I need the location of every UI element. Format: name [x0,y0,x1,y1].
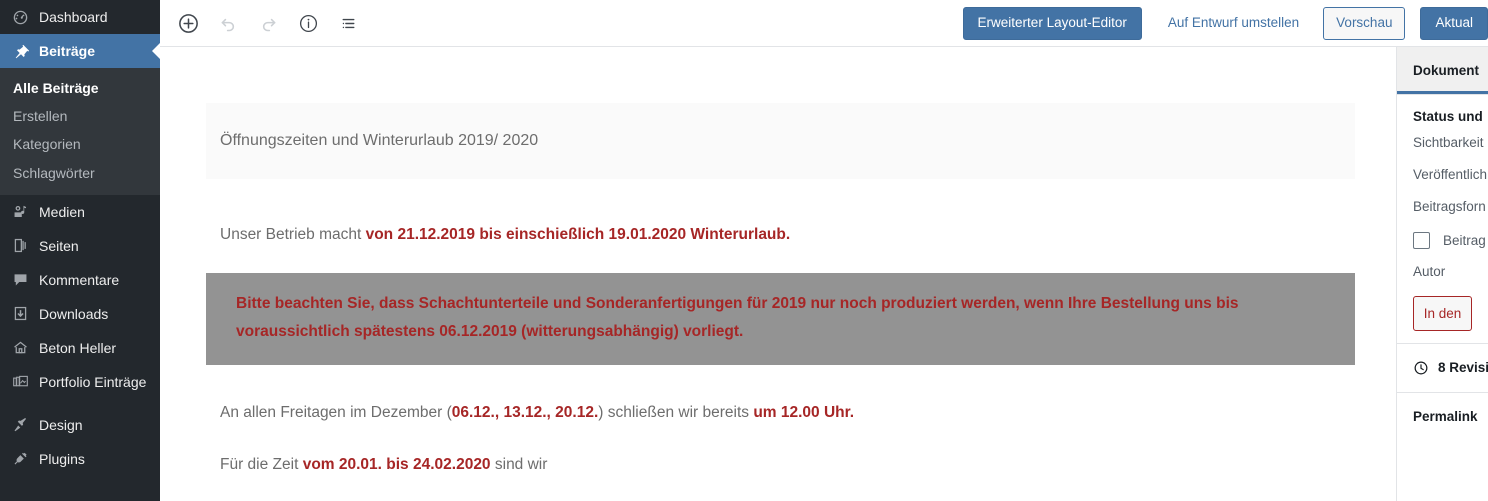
paragraph-1-highlight: von 21.12.2019 bis einschießlich 19.01.2… [365,226,791,244]
sidebar-item-label: Kommentare [39,271,120,288]
menu-separator [0,399,160,408]
sticky-post-label: Beitrag [1443,232,1486,248]
visibility-row[interactable]: Sichtbarkeit [1413,135,1484,151]
sidebar-item-label: Beton Heller [39,339,117,356]
add-block-button[interactable] [174,9,202,37]
revisions-label: 8 Revisi [1438,360,1488,376]
info-icon-button[interactable] [294,9,322,37]
sidebar-item-plugins[interactable]: Plugins [0,442,160,476]
sidebar-item-label: Portfolio Einträge [39,373,147,390]
post-title[interactable]: Öffnungszeiten und Winterurlaub 2019/ 20… [220,131,1341,150]
header-actions: Erweiterter Layout-Editor Auf Entwurf um… [962,6,1488,40]
sidebar-item-label: Design [39,416,83,433]
beitraege-submenu: Alle Beiträge Erstellen Kategorien Schla… [0,68,160,195]
sidebar-item-label: Plugins [39,450,85,467]
paragraph-1-plain: Unser Betrieb macht [220,226,366,244]
paragraph-block-3[interactable]: An allen Freitagen im Dezember (06.12., … [206,402,1355,424]
canvas-inner: Öffnungszeiten und Winterurlaub 2019/ 20… [160,47,1396,477]
post-title-block[interactable]: Öffnungszeiten und Winterurlaub 2019/ 20… [206,103,1355,180]
sticky-post-row[interactable]: Beitrag [1413,231,1486,249]
publish-row[interactable]: Veröffentlich [1413,167,1487,183]
sidebar-item-portfolio-eintraege[interactable]: Portfolio Einträge [0,365,160,399]
paragraph-4-seg3: sind wir [490,456,548,474]
editor-toolbar [174,9,362,37]
paragraph-block-1[interactable]: Unser Betrieb macht von 21.12.2019 bis e… [206,224,1355,246]
submenu-item-schlagwoerter[interactable]: Schlagwörter [0,159,160,187]
sidebar-item-beitraege[interactable]: Beiträge [0,34,160,68]
move-to-trash-button[interactable]: In den [1413,295,1472,331]
author-row[interactable]: Autor [1413,264,1472,280]
advanced-layout-editor-button[interactable]: Erweiterter Layout-Editor [962,6,1142,40]
paragraph-3-seg1: An allen Freitagen im Dezember ( [220,404,452,421]
sidebar-item-label: Seiten [39,237,79,254]
update-button[interactable]: Aktual [1420,6,1488,40]
submenu-item-alle-beitraege[interactable]: Alle Beiträge [0,74,160,102]
redo-button[interactable] [254,9,282,37]
media-icon [10,202,30,222]
wordpress-editor-app: Dashboard Beiträge Alle Beiträge Erstell… [0,0,1488,501]
paragraph-4-dates: vom 20.01. bis 24.02.2020 [302,456,491,474]
editor-column: Erweiterter Layout-Editor Auf Entwurf um… [160,0,1488,501]
sidebar-item-dashboard[interactable]: Dashboard [0,0,160,34]
plugin-icon [10,449,30,469]
sticky-post-checkbox[interactable] [1413,231,1430,249]
comments-icon [10,270,30,290]
pages-icon [10,236,30,256]
undo-button[interactable] [214,9,242,37]
clock-revisions-icon [1413,360,1429,376]
editor-canvas[interactable]: Öffnungszeiten und Winterurlaub 2019/ 20… [160,47,1396,501]
submenu-item-kategorien[interactable]: Kategorien [0,130,160,158]
sidebar-item-label: Downloads [39,305,109,322]
dashboard-icon [10,7,30,27]
sidebar-item-design[interactable]: Design [0,408,160,442]
sidebar-item-beton-heller[interactable]: Beton Heller [0,331,160,365]
sidebar-item-label: Medien [39,203,85,220]
paragraph-3-seg3: ) schließen wir bereits [598,404,754,421]
paragraph-block-4[interactable]: Für die Zeit vom 20.01. bis 24.02.2020 s… [206,454,1355,476]
download-icon [10,304,30,324]
editor-body: Öffnungszeiten und Winterurlaub 2019/ 20… [160,47,1488,501]
highlighted-notice-block[interactable]: Bitte beachten Sie, dass Schachtuntertei… [206,272,1355,365]
sidebar-item-label: Dashboard [39,9,108,25]
paragraph-3-time: um 12.00 Uhr. [753,404,855,421]
active-menu-arrow [152,42,160,60]
admin-sidebar: Dashboard Beiträge Alle Beiträge Erstell… [0,0,160,501]
appearance-brush-icon [10,415,30,435]
permalink-panel[interactable]: Permalink [1397,393,1488,440]
submenu-item-erstellen[interactable]: Erstellen [0,102,160,130]
switch-to-draft-button[interactable]: Auf Entwurf umstellen [1162,7,1305,40]
paragraph-4-seg1: Für die Zeit [220,456,303,474]
list-view-button[interactable] [334,9,362,37]
highlighted-notice-text: Bitte beachten Sie, dass Schachtuntertei… [236,294,1239,341]
revisions-panel[interactable]: 8 Revisi [1397,344,1488,393]
portfolio-icon [10,372,30,392]
status-panel-heading: Status und [1413,109,1483,124]
tab-dokument[interactable]: Dokument [1397,47,1488,94]
sidebar-item-seiten[interactable]: Seiten [0,229,160,263]
status-visibility-panel: Status und Sichtbarkeit Veröffentlich Be… [1397,95,1488,344]
settings-sidebar: Dokument Status und Sichtbarkeit Veröffe… [1396,47,1488,501]
sidebar-item-medien[interactable]: Medien [0,195,160,229]
sidebar-item-downloads[interactable]: Downloads [0,297,160,331]
pin-icon [10,41,30,61]
post-format-row[interactable]: Beitragsforn [1413,199,1486,215]
settings-tabs: Dokument [1397,47,1488,95]
paragraph-3-dates: 06.12., 13.12., 20.12. [451,404,599,421]
preview-button[interactable]: Vorschau [1323,6,1406,40]
sidebar-item-kommentare[interactable]: Kommentare [0,263,160,297]
home-icon [10,338,30,358]
sidebar-item-label: Beiträge [39,43,96,59]
editor-header: Erweiterter Layout-Editor Auf Entwurf um… [160,0,1488,47]
